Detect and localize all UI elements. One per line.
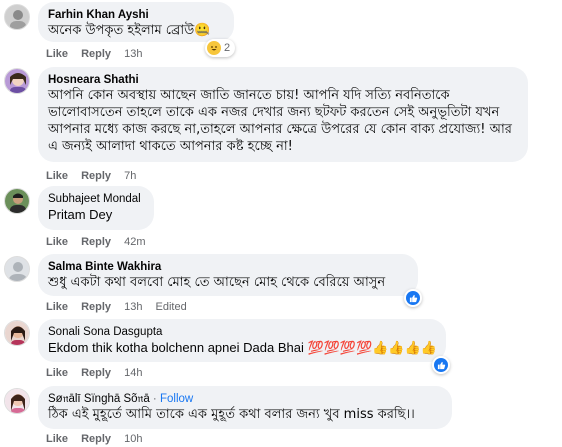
- like-button[interactable]: Like: [46, 236, 68, 248]
- comment-bubble: Sø𝔫ālī Sïnghā Sõ𝔫ā · Follow ঠিক এই মুহূর…: [38, 386, 452, 429]
- reaction-badge[interactable]: [432, 356, 450, 374]
- separator-dot: ·: [152, 393, 157, 405]
- comment-text: ঠিক এই মুহূর্তে আমি তাকে এক মুহূর্ত কথা …: [48, 407, 415, 422]
- comment-timestamp[interactable]: 10h: [124, 433, 142, 445]
- reply-button[interactable]: Reply: [81, 48, 111, 60]
- comment-bubble: Subhajeet Mondal Pritam Dey: [38, 186, 154, 230]
- comment-text: শুধু একটা কথা বলবো মোহ তে আছেন মোহ থেকে …: [48, 275, 386, 290]
- comment-timestamp[interactable]: 42m: [124, 236, 145, 248]
- comment-actions: Like Reply 7h: [46, 170, 146, 182]
- comment-author[interactable]: Salma Binte Wakhira: [48, 260, 408, 274]
- like-button[interactable]: Like: [46, 433, 68, 445]
- reaction-badge[interactable]: [404, 289, 422, 307]
- comment-timestamp[interactable]: 7h: [124, 170, 136, 182]
- comment-bubble: Sonali Sona Dasgupta Ekdom thik kotha bo…: [38, 319, 446, 362]
- comment-bubble: Farhin Khan Ayshi অনেক উপকৃত হইলাম ব্রোউ…: [38, 2, 234, 42]
- like-button[interactable]: Like: [46, 48, 68, 60]
- comment-timestamp[interactable]: 14h: [124, 367, 142, 379]
- avatar[interactable]: [4, 188, 30, 214]
- comment-actions: Like Reply 42m: [46, 236, 156, 248]
- comment-timestamp[interactable]: 13h: [124, 301, 142, 313]
- comment-actions: Like Reply 13h: [46, 48, 152, 60]
- edited-label[interactable]: Edited: [156, 301, 187, 313]
- haha-reaction-icon: [207, 41, 221, 55]
- avatar[interactable]: [4, 68, 30, 94]
- reaction-count: 2: [224, 42, 231, 54]
- reply-button[interactable]: Reply: [81, 301, 111, 313]
- like-button[interactable]: Like: [46, 170, 68, 182]
- comment-text: আপনি কোন অবস্থায় আছেন জাতি জানতে চায়! …: [48, 88, 512, 154]
- comment-text: অনেক উপকৃত হইলাম ব্রোউ🤐: [48, 23, 211, 38]
- reply-button[interactable]: Reply: [81, 170, 111, 182]
- avatar[interactable]: [4, 388, 30, 414]
- comment-timestamp[interactable]: 13h: [124, 48, 142, 60]
- comment-bubble: Salma Binte Wakhira শুধু একটা কথা বলবো ম…: [38, 254, 418, 296]
- follow-button[interactable]: Follow: [160, 393, 193, 405]
- comment-actions: Like Reply 13h Edited: [46, 301, 197, 313]
- reply-button[interactable]: Reply: [81, 367, 111, 379]
- avatar[interactable]: [4, 256, 30, 282]
- comment-author[interactable]: Hosneara Shathi: [48, 73, 518, 87]
- comment-text: Ekdom thik kotha bolchenn apnei Dada Bha…: [48, 340, 437, 355]
- reply-button[interactable]: Reply: [81, 236, 111, 248]
- comment-actions: Like Reply 14h: [46, 367, 152, 379]
- like-button[interactable]: Like: [46, 301, 68, 313]
- reply-button[interactable]: Reply: [81, 433, 111, 445]
- avatar[interactable]: [4, 320, 30, 346]
- comment-author-line: Sø𝔫ālī Sïnghā Sõ𝔫ā · Follow: [48, 392, 442, 406]
- comment-bubble: Hosneara Shathi আপনি কোন অবস্থায় আছেন জ…: [38, 67, 528, 162]
- comment-actions: Like Reply 10h: [46, 433, 152, 445]
- comment-text: Pritam Dey: [48, 207, 113, 222]
- comment-author[interactable]: Farhin Khan Ayshi: [48, 8, 224, 22]
- comment-author[interactable]: Sonali Sona Dasgupta: [48, 325, 436, 339]
- comment-author[interactable]: Sø𝔫ālī Sïnghā Sõ𝔫ā: [48, 393, 150, 405]
- like-reaction-icon: [434, 358, 448, 372]
- avatar[interactable]: [4, 4, 30, 30]
- like-reaction-icon: [406, 291, 420, 305]
- comment-author[interactable]: Subhajeet Mondal: [48, 192, 144, 206]
- reaction-count-badge[interactable]: 2: [205, 39, 236, 57]
- like-button[interactable]: Like: [46, 367, 68, 379]
